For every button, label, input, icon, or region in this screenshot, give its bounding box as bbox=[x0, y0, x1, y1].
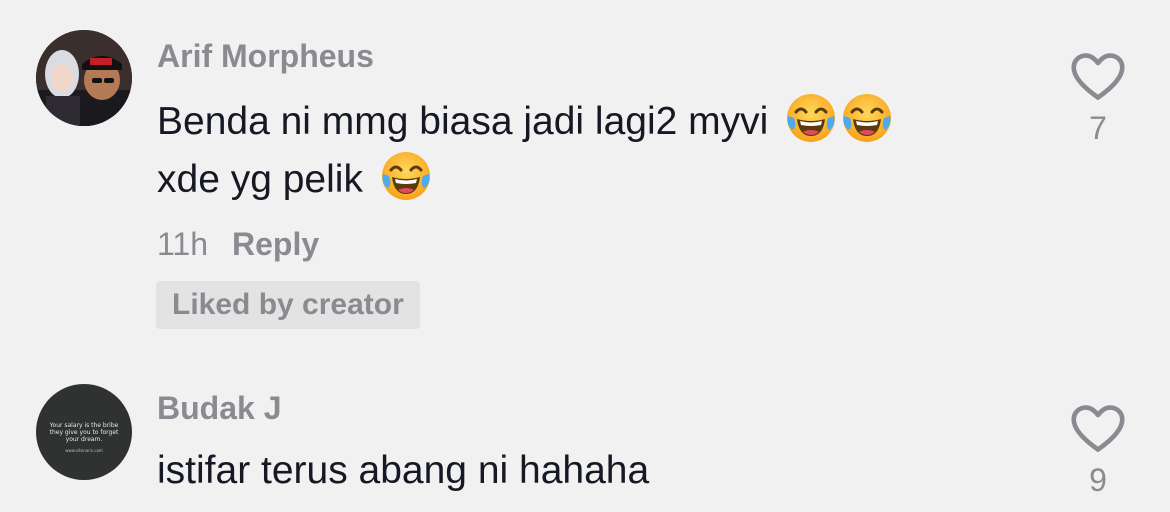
comment-username[interactable]: Arif Morpheus bbox=[157, 38, 374, 75]
user-avatar-photo-icon bbox=[36, 30, 132, 126]
comment-item: Arif Morpheus Benda ni mmg biasa jadi la… bbox=[0, 0, 1170, 360]
face-with-tears-of-joy-icon bbox=[380, 150, 432, 202]
comment-username[interactable]: Budak J bbox=[157, 390, 281, 427]
like-button[interactable]: 7 bbox=[1068, 52, 1128, 147]
face-with-tears-of-joy-icon bbox=[841, 92, 893, 144]
face-with-tears-of-joy-icon bbox=[785, 92, 837, 144]
reply-button[interactable]: Reply bbox=[232, 226, 319, 262]
comment-text: Benda ni mmg biasa jadi lagi2 myvi bbox=[157, 92, 893, 151]
comment-text-line: Benda ni mmg biasa jadi lagi2 myvi bbox=[157, 100, 769, 143]
avatar-small-text: www.sitenaris.com bbox=[65, 448, 103, 453]
like-button[interactable]: 9 bbox=[1068, 404, 1128, 499]
heart-icon[interactable] bbox=[1070, 404, 1126, 454]
comment-text-line: xde yg pelik bbox=[157, 158, 363, 201]
comment-text-line: istifar terus abang ni hahaha bbox=[157, 449, 650, 492]
comment-meta: 11h Reply bbox=[157, 226, 319, 263]
avatar[interactable] bbox=[36, 30, 132, 126]
heart-icon[interactable] bbox=[1070, 52, 1126, 102]
comment-text: istifar terus abang ni hahaha bbox=[157, 442, 649, 500]
like-count: 7 bbox=[1089, 110, 1107, 146]
avatar-quote-text: Your salary is the bribe they give you t… bbox=[49, 422, 119, 443]
comment-timestamp: 11h bbox=[157, 226, 209, 262]
avatar[interactable]: Your salary is the bribe they give you t… bbox=[36, 384, 132, 480]
comment-item: Your salary is the bribe they give you t… bbox=[0, 360, 1170, 512]
comment-text: xde yg pelik bbox=[157, 150, 432, 209]
like-count: 9 bbox=[1089, 462, 1107, 498]
liked-by-creator-badge: Liked by creator bbox=[156, 281, 420, 329]
